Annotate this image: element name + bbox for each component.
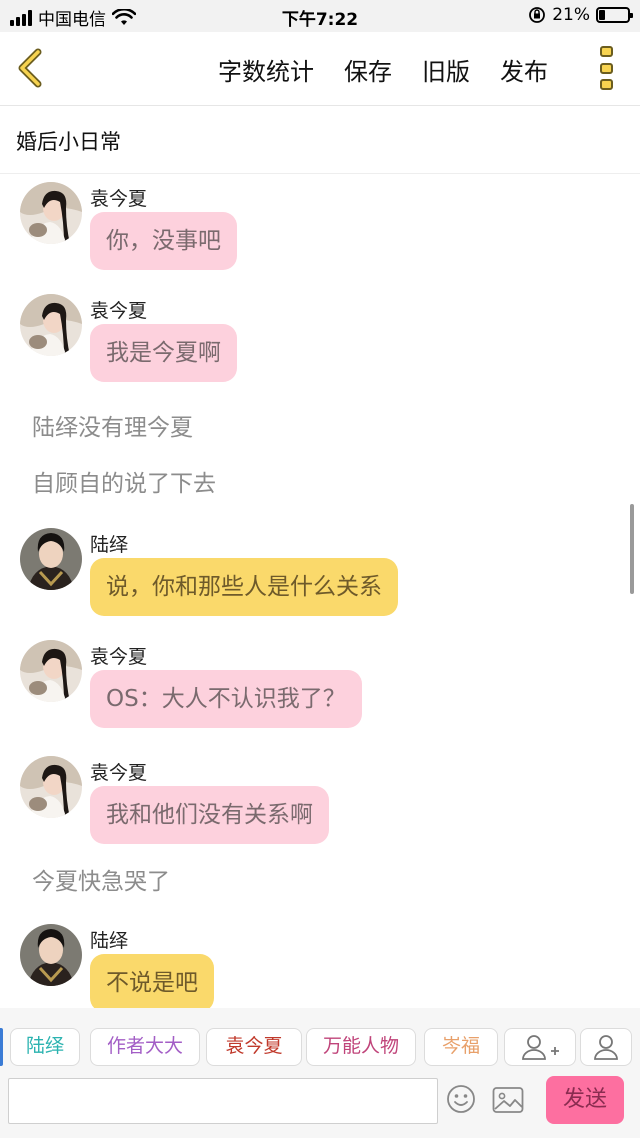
message-bubble[interactable]: 我和他们没有关系啊 bbox=[90, 786, 329, 844]
avatar[interactable] bbox=[20, 924, 82, 986]
sender-name: 袁今夏 bbox=[90, 762, 148, 784]
battery-percent: 21% bbox=[552, 5, 590, 25]
nav-bar: 字数统计 保存 旧版 发布 bbox=[0, 32, 640, 106]
sender-name: 陆绎 bbox=[90, 930, 129, 952]
emoji-icon[interactable] bbox=[446, 1084, 476, 1114]
add-person-icon bbox=[522, 1035, 559, 1060]
orientation-lock-icon bbox=[529, 7, 546, 23]
message-bubble[interactable]: 说，你和那些人是什么关系 bbox=[90, 558, 398, 616]
person-icon bbox=[594, 1035, 618, 1060]
battery-icon bbox=[596, 7, 633, 23]
status-right: 21% bbox=[528, 5, 633, 25]
add-character-button[interactable] bbox=[504, 1028, 576, 1066]
composer: 发送 bbox=[0, 1070, 640, 1138]
send-button[interactable]: 发送 bbox=[546, 1076, 624, 1124]
message-bubble[interactable]: 我是今夏啊 bbox=[90, 324, 237, 382]
back-chevron-icon[interactable] bbox=[14, 48, 48, 88]
battery-fill bbox=[599, 10, 605, 20]
sender-name: 袁今夏 bbox=[90, 188, 148, 210]
title-row: 婚后小日常 bbox=[0, 106, 640, 174]
old-version-button[interactable]: 旧版 bbox=[422, 52, 470, 87]
character-chip[interactable]: 作者大大 bbox=[90, 1028, 200, 1066]
narration-text[interactable]: 自顾自的说了下去 bbox=[32, 464, 216, 498]
avatar[interactable] bbox=[20, 640, 82, 702]
narration-text[interactable]: 陆绎没有理今夏 bbox=[32, 408, 193, 442]
character-chip[interactable]: 袁今夏 bbox=[206, 1028, 302, 1066]
character-chip[interactable]: 岑福 bbox=[424, 1028, 498, 1066]
publish-button[interactable]: 发布 bbox=[500, 52, 548, 87]
sender-name: 袁今夏 bbox=[90, 300, 148, 322]
message-input[interactable] bbox=[8, 1078, 438, 1124]
character-chip[interactable]: 陆绎 bbox=[10, 1028, 80, 1066]
image-icon[interactable] bbox=[492, 1086, 524, 1114]
character-chip[interactable]: 万能人物 bbox=[306, 1028, 416, 1066]
avatar[interactable] bbox=[20, 182, 82, 244]
message-list[interactable]: 袁今夏 你，没事吧 袁今夏 我是今夏啊 陆绎没有理今夏 自顾自的说了下去 陆绎 说，你和那些人… bbox=[0, 174, 640, 1008]
avatar[interactable] bbox=[20, 294, 82, 356]
status-bar: 中国电信 下午7:22 21% bbox=[0, 0, 640, 32]
save-button[interactable]: 保存 bbox=[344, 52, 392, 87]
message-bubble[interactable]: 不说是吧 bbox=[90, 954, 214, 1008]
character-manager-button[interactable] bbox=[580, 1028, 632, 1066]
message-bubble[interactable]: OS：大人不认识我了？ bbox=[90, 670, 362, 728]
word-count-button[interactable]: 字数统计 bbox=[218, 52, 314, 87]
sender-name: 陆绎 bbox=[90, 534, 129, 556]
scrollbar[interactable] bbox=[630, 504, 634, 594]
avatar[interactable] bbox=[20, 756, 82, 818]
more-menu-icon[interactable] bbox=[600, 46, 614, 90]
avatar[interactable] bbox=[20, 528, 82, 590]
document-title[interactable]: 婚后小日常 bbox=[16, 126, 121, 156]
sender-name: 袁今夏 bbox=[90, 646, 148, 668]
message-bubble[interactable]: 你，没事吧 bbox=[90, 212, 237, 270]
chip-scroll-edge bbox=[0, 1028, 3, 1066]
narration-text[interactable]: 今夏快急哭了 bbox=[32, 862, 170, 896]
nav-actions: 字数统计 保存 旧版 发布 bbox=[218, 52, 548, 87]
